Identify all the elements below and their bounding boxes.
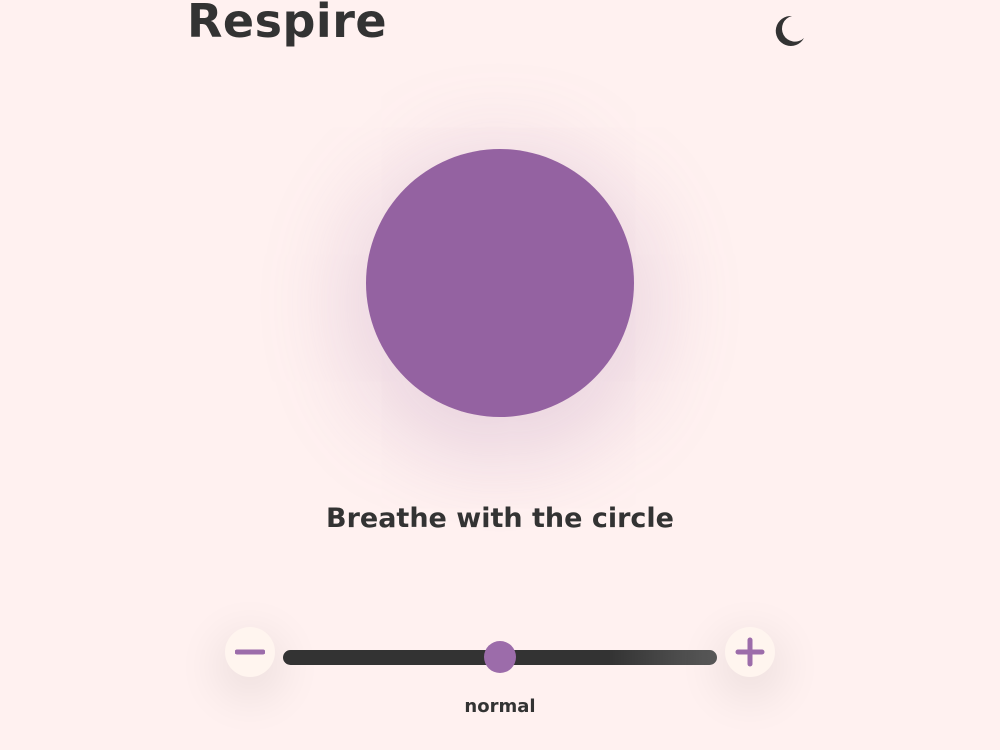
speed-slider[interactable] — [283, 641, 717, 673]
app-root: Respire Breathe with the circle normal — [0, 0, 1000, 750]
app-title: Respire — [187, 0, 388, 48]
breathing-circle — [366, 149, 634, 417]
decrease-speed-button[interactable] — [225, 627, 275, 677]
speed-slider-thumb[interactable] — [484, 641, 516, 673]
speed-label: normal — [464, 696, 536, 717]
plus-icon — [735, 637, 765, 667]
breathing-instruction: Breathe with the circle — [326, 503, 674, 534]
increase-speed-button[interactable] — [725, 627, 775, 677]
moon-icon — [775, 15, 804, 46]
theme-toggle-button[interactable] — [770, 10, 810, 50]
minus-icon — [235, 649, 265, 655]
